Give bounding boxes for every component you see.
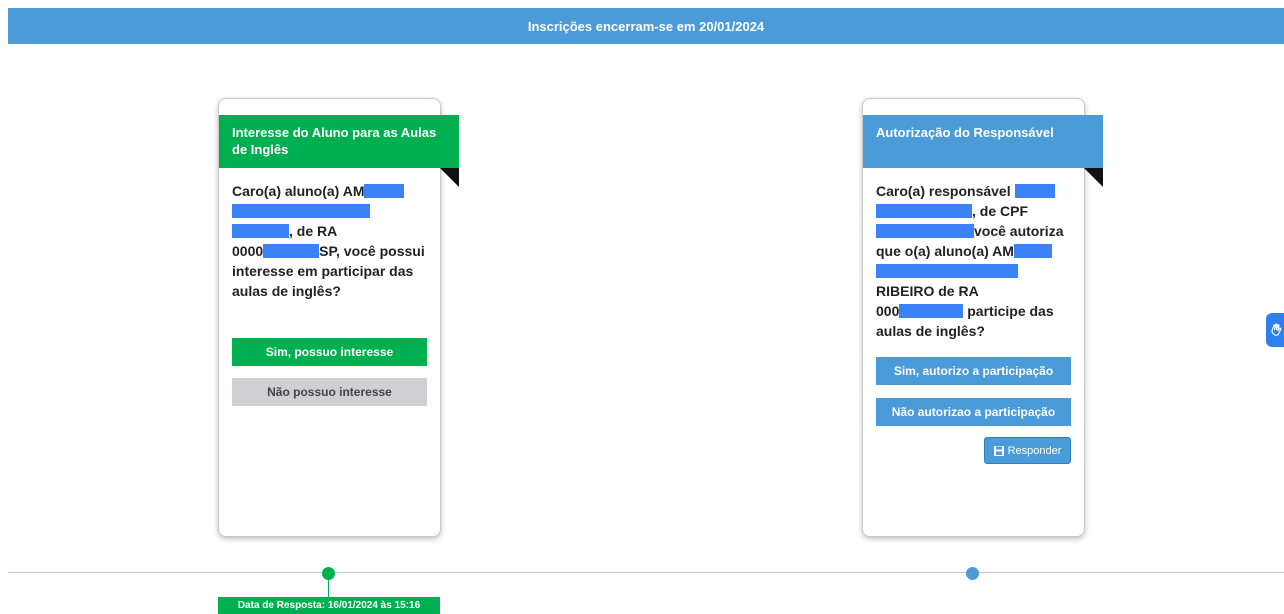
respond-button-label: Responder	[1007, 444, 1062, 457]
respond-button[interactable]: Responder	[984, 437, 1071, 464]
ribbon-fold	[1084, 168, 1103, 187]
student-card-message: Caro(a) aluno(a) AM , de RA 0000 SP, você…	[232, 181, 428, 301]
redacted-ra	[263, 244, 320, 258]
guardian-card-message: Caro(a) responsável , de CPF você autori…	[876, 181, 1072, 341]
redacted-name	[364, 184, 405, 198]
no-interest-button[interactable]: Não possuo interesse	[232, 378, 427, 406]
authorize-button[interactable]: Sim, autorizo a participação	[876, 357, 1071, 385]
banner-text: Inscrições encerram-se em 20/01/2024	[527, 18, 765, 34]
message-text: , de CPF	[972, 203, 1029, 219]
redacted-name	[232, 204, 370, 218]
message-text: 000	[876, 303, 900, 319]
accessibility-widget[interactable]	[1266, 313, 1284, 347]
redacted-cpf	[876, 224, 974, 238]
redacted-name	[876, 264, 1018, 278]
timeline-stem	[328, 580, 329, 598]
message-text: 0000	[232, 243, 264, 259]
yes-interest-button[interactable]: Sim, possuo interesse	[232, 338, 427, 366]
message-text: Caro(a) aluno(a) AM	[232, 183, 365, 199]
message-text: Caro(a) responsável	[876, 183, 1011, 199]
ribbon-fold	[440, 168, 459, 187]
guardian-authorization-card: Autorização do Responsável Caro(a) respo…	[862, 98, 1103, 537]
redacted-ra	[899, 304, 964, 318]
redacted-name	[1014, 184, 1055, 198]
message-text: , de RA	[289, 223, 338, 239]
floppy-disk-icon	[993, 445, 1004, 456]
timeline-line	[8, 572, 1284, 573]
student-card-title: Interesse do Aluno para as Aulas de Ingl…	[219, 115, 459, 168]
redacted-name	[1013, 244, 1052, 258]
timeline-dot-student	[322, 567, 335, 580]
timeline-dot-guardian	[966, 567, 979, 580]
message-text: RIBEIRO de RA	[876, 283, 979, 299]
redacted-name	[232, 224, 289, 238]
enrollment-deadline-banner: Inscrições encerram-se em 20/01/2024	[8, 8, 1284, 44]
not-authorize-button[interactable]: Não autorizao a participação	[876, 398, 1071, 426]
redacted-name	[876, 204, 972, 218]
response-date-text: Data de Resposta: 16/01/2024 às 15:16	[237, 600, 421, 611]
student-interest-card: Interesse do Aluno para as Aulas de Ingl…	[218, 98, 459, 537]
sign-language-icon	[1271, 323, 1282, 336]
response-date-label: Data de Resposta: 16/01/2024 às 15:16	[218, 597, 440, 614]
guardian-card-title: Autorização do Responsável	[863, 115, 1103, 168]
